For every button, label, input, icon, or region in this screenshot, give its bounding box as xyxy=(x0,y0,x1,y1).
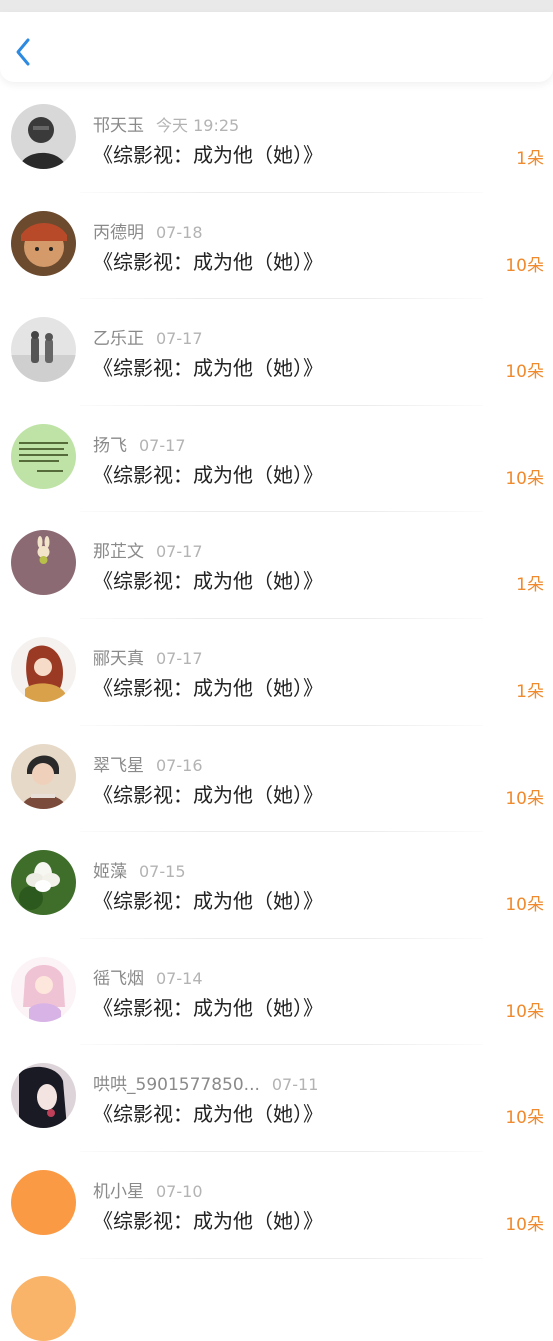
book-title: 《综影视：成为他（她）》 xyxy=(93,1208,323,1233)
list-item[interactable]: 姬藻 07-15 《综影视：成为他（她）》 10朵 xyxy=(0,832,553,939)
list-item[interactable]: 机小星 07-10 《综影视：成为他（她）》 10朵 xyxy=(0,1152,553,1259)
post-date: 07-18 xyxy=(156,222,203,242)
avatar[interactable] xyxy=(11,210,76,276)
flower-count: 10朵 xyxy=(505,468,544,489)
avatar[interactable] xyxy=(11,104,76,169)
book-title: 《综影视：成为他（她）》 xyxy=(93,249,323,274)
flower-count: 10朵 xyxy=(505,1108,544,1129)
list-item[interactable]: 翠飞星 07-16 《综影视：成为他（她）》 10朵 xyxy=(0,726,553,833)
list-item[interactable]: 乙乐正 07-17 《综影视：成为他（她）》 10朵 xyxy=(0,299,553,406)
avatar[interactable] xyxy=(11,423,76,489)
post-date: 07-11 xyxy=(271,1075,319,1095)
book-title: 《综影视：成为他（她）》 xyxy=(93,995,323,1020)
flower-count: 10朵 xyxy=(505,788,544,809)
avatar[interactable] xyxy=(11,530,76,596)
avatar[interactable] xyxy=(11,743,76,809)
post-date: 07-17 xyxy=(156,542,203,562)
user-name: 郦天真 xyxy=(93,648,144,669)
flower-count: 10朵 xyxy=(505,1214,544,1235)
flower-count: 10朵 xyxy=(505,362,544,383)
status-bar xyxy=(0,0,553,12)
book-title: 《综影视：成为他（她）》 xyxy=(93,356,323,381)
flower-count: 10朵 xyxy=(505,895,544,916)
book-title: 《综影视：成为他（她）》 xyxy=(93,569,323,594)
book-title: 《综影视：成为他（她）》 xyxy=(93,889,323,914)
post-date: 07-17 xyxy=(139,435,186,455)
user-name: 机小星 xyxy=(93,1181,144,1202)
avatar[interactable] xyxy=(11,850,76,916)
user-name: 翠飞星 xyxy=(93,755,144,776)
user-name: 乙乐正 xyxy=(93,329,144,350)
avatar[interactable] xyxy=(11,1063,76,1129)
list-item[interactable]: 哄哄_5901577850... 07-11 《综影视：成为他（她）》 10朵 xyxy=(0,1045,553,1152)
chevron-left-icon xyxy=(16,38,30,66)
book-title: 《综影视：成为他（她）》 xyxy=(93,143,323,167)
avatar[interactable] xyxy=(11,636,76,702)
post-date: 07-16 xyxy=(156,755,203,775)
user-name: 丙德明 xyxy=(93,222,144,243)
flower-count: 1朵 xyxy=(516,681,544,702)
post-date: 07-10 xyxy=(156,1181,203,1201)
list-item[interactable]: 那芷文 07-17 《综影视：成为他（她）》 1朵 xyxy=(0,512,553,619)
list-item[interactable]: 扬飞 07-17 《综影视：成为他（她）》 10朵 xyxy=(0,406,553,513)
user-name: 那芷文 xyxy=(93,542,144,563)
user-name: 徭飞烟 xyxy=(93,968,144,989)
post-date: 07-14 xyxy=(156,968,203,988)
user-name: 姬藻 xyxy=(93,862,127,883)
divider xyxy=(80,1257,483,1259)
book-title: 《综影视：成为他（她）》 xyxy=(93,675,323,700)
avatar[interactable] xyxy=(11,956,76,1022)
post-date: 07-17 xyxy=(156,648,203,668)
list-item[interactable]: 邗天玉 今天 19:25 《综影视：成为他（她）》 1朵 xyxy=(0,86,553,193)
avatar[interactable] xyxy=(11,317,76,383)
list-item[interactable]: 丙德明 07-18 《综影视：成为他（她）》 10朵 xyxy=(0,193,553,300)
book-title: 《综影视：成为他（她）》 xyxy=(93,1102,323,1127)
post-date: 07-15 xyxy=(139,862,186,882)
book-title: 《综影视：成为他（她）》 xyxy=(93,782,323,807)
avatar[interactable] xyxy=(11,1276,76,1341)
list-item[interactable]: 徭飞烟 07-14 《综影视：成为他（她）》 10朵 xyxy=(0,939,553,1046)
avatar[interactable] xyxy=(11,1169,76,1235)
flower-count: 10朵 xyxy=(505,255,544,276)
user-name: 哄哄_5901577850... xyxy=(93,1075,260,1096)
post-date: 07-17 xyxy=(156,329,203,349)
user-name: 邗天玉 xyxy=(93,116,144,136)
top-bar xyxy=(0,12,553,82)
flower-count: 1朵 xyxy=(516,149,544,169)
list-item[interactable]: 郦天真 07-17 《综影视：成为他（她）》 1朵 xyxy=(0,619,553,726)
flower-count: 10朵 xyxy=(505,1001,544,1022)
reward-list: 邗天玉 今天 19:25 《综影视：成为他（她）》 1朵 丙德明 07-18 《综影… xyxy=(0,86,553,1259)
user-name: 扬飞 xyxy=(93,435,127,456)
post-date: 今天 19:25 xyxy=(156,116,240,135)
back-button[interactable] xyxy=(10,34,36,70)
book-title: 《综影视：成为他（她）》 xyxy=(93,462,323,487)
flower-count: 1朵 xyxy=(516,575,544,596)
